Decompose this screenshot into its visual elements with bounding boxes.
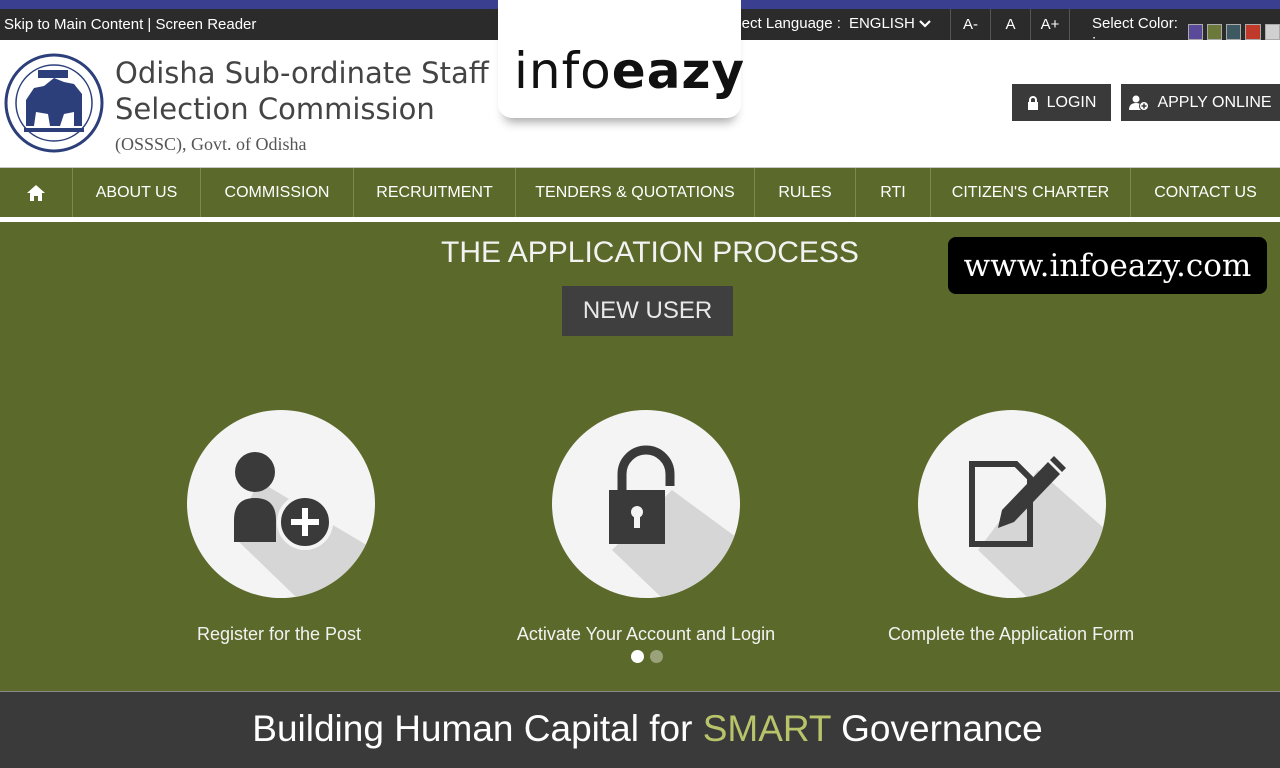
step-complete-label: Complete the Application Form <box>887 624 1135 644</box>
slogan-banner: Building Human Capital for SMART Governa… <box>0 691 1280 768</box>
add-user-icon <box>234 452 375 598</box>
separator: | <box>147 16 152 33</box>
step-activate-label: Activate Your Account and Login <box>516 624 776 644</box>
color-swatch-red[interactable] <box>1245 24 1261 40</box>
skip-to-main-link[interactable]: Skip to Main Content <box>4 16 143 33</box>
nav-contact-us[interactable]: CONTACT US <box>1131 168 1280 217</box>
color-swatch-purple[interactable] <box>1187 24 1203 40</box>
step-activate-circle[interactable] <box>552 410 740 598</box>
accessibility-links: Skip to Main Content | Screen Reader <box>4 16 256 33</box>
unlock-icon <box>609 445 740 598</box>
language-selector: elect Language : ENGLISH <box>730 15 931 32</box>
site-title-line2: Selection Commission <box>115 92 435 126</box>
step-complete-circle[interactable] <box>918 410 1106 598</box>
watermark-url: www.infoeazy.com <box>948 237 1267 294</box>
login-button[interactable]: LOGIN <box>1012 84 1111 121</box>
site-title-line1: Odisha Sub-ordinate Staff <box>115 56 489 90</box>
language-dropdown[interactable]: ENGLISH <box>849 15 931 32</box>
apply-online-button[interactable]: APPLY ONLINE <box>1121 84 1280 121</box>
nav-home[interactable] <box>0 168 73 217</box>
slogan-highlight: SMART <box>702 708 831 749</box>
main-navigation: ABOUT US COMMISSION RECRUITMENT TENDERS … <box>0 167 1280 217</box>
slogan-text: Building Human Capital for SMART Governa… <box>252 708 1043 749</box>
site-subtitle: (OSSSC), Govt. of Odisha <box>115 134 307 154</box>
step-register-circle[interactable] <box>187 410 375 598</box>
nav-citizens-charter[interactable]: CITIZEN'S CHARTER <box>931 168 1131 217</box>
nav-recruitment[interactable]: RECRUITMENT <box>354 168 516 217</box>
carousel-pagination <box>631 650 663 663</box>
color-swatch-grey[interactable] <box>1264 24 1280 40</box>
font-increase-button[interactable]: A+ <box>1030 9 1070 40</box>
lock-icon <box>1027 95 1038 110</box>
color-swatch-olive[interactable] <box>1206 24 1223 40</box>
home-icon <box>27 184 45 201</box>
carousel-dot-1[interactable] <box>631 650 644 663</box>
language-value: ENGLISH <box>848 15 915 32</box>
nav-tenders-quotations[interactable]: TENDERS & QUOTATIONS <box>516 168 755 217</box>
login-label: LOGIN <box>1046 93 1097 111</box>
font-decrease-button[interactable]: A- <box>950 9 990 40</box>
screen-reader-link[interactable]: Screen Reader <box>156 16 257 33</box>
odisha-emblem-logo[interactable] <box>4 48 104 158</box>
color-swatch-teal[interactable] <box>1226 24 1242 40</box>
edit-form-icon <box>969 456 1106 598</box>
font-size-controls: A- A A+ <box>950 9 1070 40</box>
nav-rti[interactable]: RTI <box>856 168 931 217</box>
add-user-icon <box>1129 95 1150 111</box>
nav-rules[interactable]: RULES <box>755 168 856 217</box>
nav-commission[interactable]: COMMISSION <box>201 168 354 217</box>
nav-about-us[interactable]: ABOUT US <box>73 168 201 217</box>
carousel-dot-2[interactable] <box>650 650 663 663</box>
font-normal-button[interactable]: A <box>990 9 1030 40</box>
chevron-down-icon <box>919 19 931 28</box>
infoeazy-brand-card: infoeazy <box>498 0 744 118</box>
application-process-section: THE APPLICATION PROCESS NEW USER www.inf… <box>0 222 1280 691</box>
apply-online-label: APPLY ONLINE <box>1157 93 1272 111</box>
language-label: elect Language : <box>730 15 841 32</box>
new-user-tab[interactable]: NEW USER <box>562 286 733 336</box>
step-register-label: Register for the Post <box>196 624 362 644</box>
brand-logo-text: infoeazy <box>514 42 746 100</box>
